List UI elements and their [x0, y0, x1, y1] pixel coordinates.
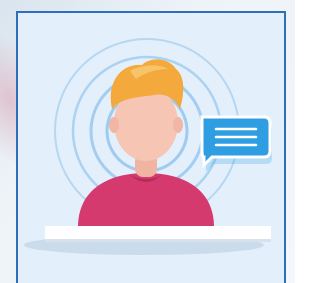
screen-background: [0, 0, 295, 283]
shelf-edge: [45, 239, 271, 242]
person-ear-left: [109, 117, 119, 133]
person-illustration: [24, 38, 272, 255]
illustration-card: [16, 11, 286, 283]
chat-bubble-icon: [200, 115, 272, 172]
person-ear-right: [173, 117, 183, 133]
